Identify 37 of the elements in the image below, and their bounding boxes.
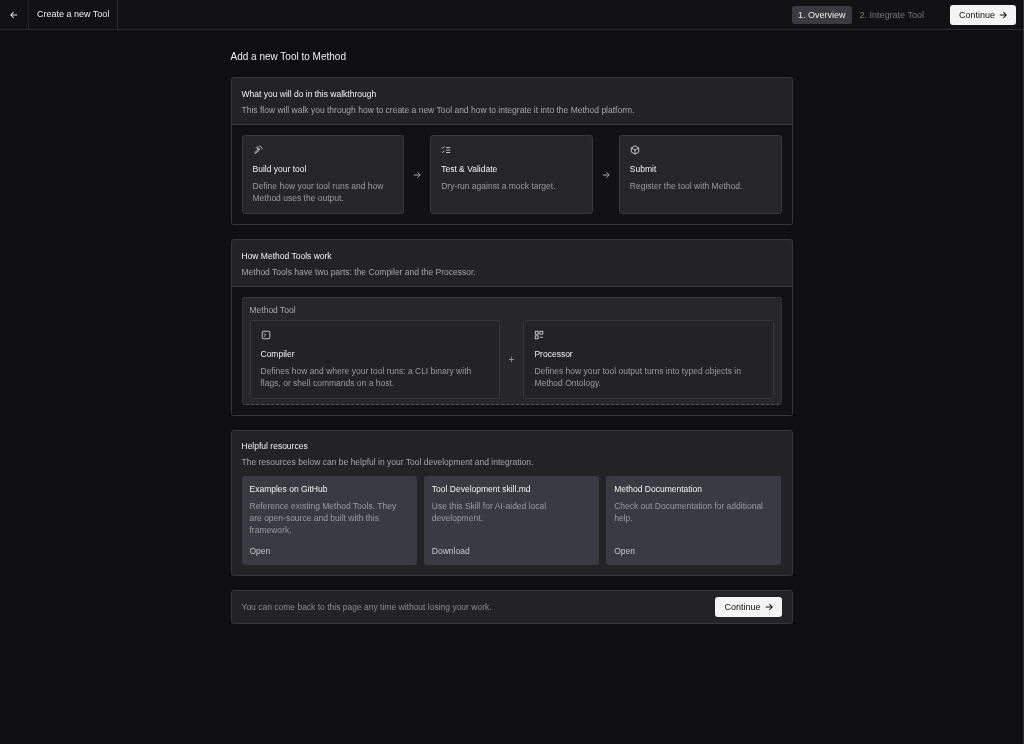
part-description: Defines how your tool output turns into typed objects in Method Ontology. bbox=[534, 365, 742, 389]
resource-description: Check out Documentation for additional help. bbox=[614, 500, 764, 525]
step-description: Register the tool with Method. bbox=[629, 180, 744, 192]
part-description: Defines how and where your tool runs: a CLI binary with flags, or shell commands on a host. bbox=[260, 365, 473, 389]
step-title: Test & Validate bbox=[441, 164, 499, 174]
group-label: Method Tool bbox=[249, 305, 297, 315]
plus-sign: + bbox=[508, 354, 515, 365]
footer-note: You can come back to this page any time without losing your work. bbox=[241, 602, 492, 612]
step-description: Dry-run against a mock target. bbox=[441, 180, 557, 192]
resource-card[interactable]: Method Documentation Check out Documentation for additional help. Open bbox=[606, 476, 782, 565]
page-title: Add a new Tool to Method bbox=[230, 51, 347, 62]
card-title: What you will do in this walkthrough bbox=[241, 89, 378, 99]
resource-link[interactable]: Open bbox=[249, 546, 271, 556]
resource-title: Tool Development skill.md bbox=[431, 484, 532, 494]
resource-card[interactable]: Examples on GitHub Reference existing Method Tools. They are open-source and built with this framework. Open bbox=[241, 476, 417, 565]
resource-title: Method Documentation bbox=[614, 484, 704, 494]
resource-link[interactable]: Open bbox=[614, 546, 635, 556]
resource-description: Use this Skill for AI-aided local development. bbox=[431, 500, 548, 525]
continue-button[interactable]: Continue bbox=[715, 597, 782, 617]
part-title: Processor bbox=[534, 349, 574, 359]
step-title: Submit bbox=[629, 164, 658, 174]
card-title: How Method Tools work bbox=[241, 251, 333, 261]
resource-link[interactable]: Download bbox=[431, 546, 470, 556]
step-tab[interactable]: 2. Integrate Tool bbox=[853, 5, 930, 24]
continue-button[interactable]: Continue bbox=[949, 4, 1016, 25]
resource-description: Reference existing Method Tools. They are open-source and built with this framework. bbox=[249, 500, 398, 537]
card-description: This flow will walk you through how to create a new Tool and how to integrate it into the Method platform. bbox=[241, 105, 636, 115]
part-title: Compiler bbox=[260, 349, 296, 359]
resource-title: Examples on GitHub bbox=[249, 484, 329, 494]
card-title: Helpful resources bbox=[241, 441, 309, 451]
card-description: The resources below can be helpful in your Tool development and integration. bbox=[241, 457, 535, 467]
step-title: Build your tool bbox=[252, 164, 308, 174]
step-description: Define how your tool runs and how Method uses the output. bbox=[252, 180, 385, 204]
step-tab[interactable]: 1. Overview bbox=[792, 5, 852, 24]
page-heading: Create a new Tool bbox=[29, 0, 119, 29]
card-description: Method Tools have two parts: the Compiler and the Processor. bbox=[241, 267, 477, 277]
resource-card[interactable]: Tool Development skill.md Use this Skill for AI-aided local development. Download bbox=[423, 476, 600, 565]
